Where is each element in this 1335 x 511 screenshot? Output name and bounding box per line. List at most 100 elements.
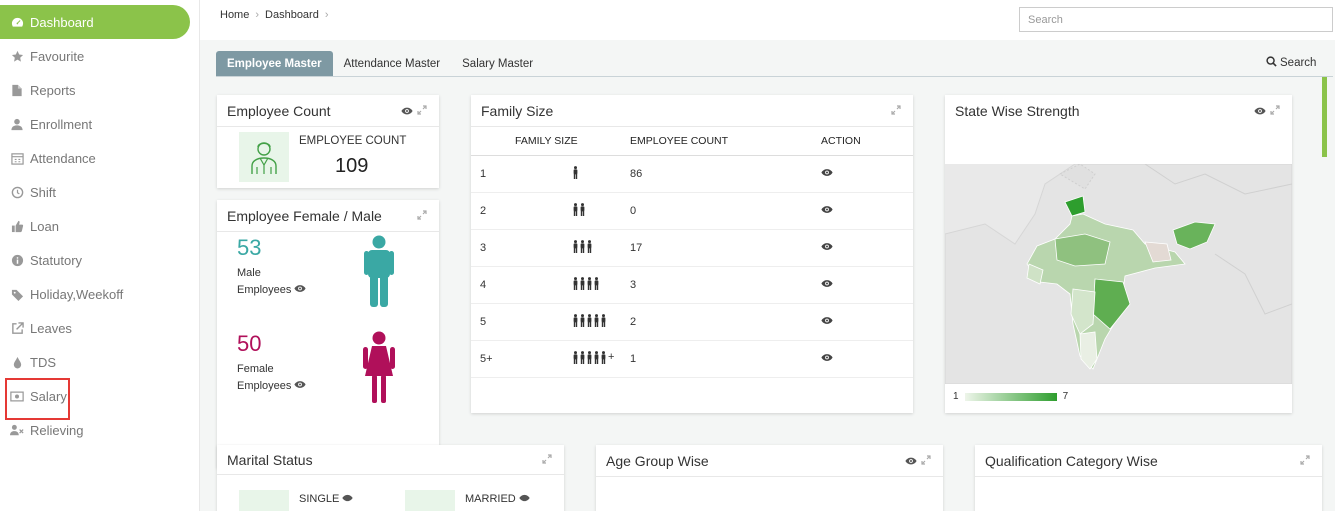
thumbs-up-icon: [10, 219, 24, 233]
main-content: Employee Master Attendance Master Salary…: [200, 40, 1335, 511]
expand-icon[interactable]: [1300, 454, 1312, 467]
sidebar-item-reports[interactable]: Reports: [0, 73, 190, 107]
employee-count-value: 109: [335, 155, 369, 177]
scrollbar-thumb[interactable]: [1322, 77, 1327, 157]
sidebar-item-tds[interactable]: TDS: [0, 345, 190, 379]
sidebar-item-dashboard[interactable]: Dashboard: [0, 5, 190, 39]
eye-icon[interactable]: [905, 455, 917, 467]
family-size-cell: 2: [471, 192, 515, 230]
qualification-card: Qualification Category Wise: [975, 445, 1322, 511]
column-header-employee-count: EMPLOYEE COUNT: [630, 127, 821, 156]
family-size-card: Family Size FAMILY SIZE EMPLOYEE COUNT A…: [471, 95, 913, 413]
breadcrumb-home[interactable]: Home: [220, 9, 249, 21]
action-cell: [821, 192, 913, 230]
action-cell: [821, 340, 913, 378]
single-label: SINGLE: [299, 493, 354, 505]
star-icon: [10, 49, 24, 63]
sidebar-item-favourite[interactable]: Favourite: [0, 39, 190, 73]
card-header: Employee Female / Male: [217, 200, 439, 232]
family-size-cell: 5+: [471, 340, 515, 378]
sidebar-item-label: Statutory: [30, 252, 83, 268]
eye-icon: [294, 381, 307, 388]
sidebar-item-label: Dashboard: [30, 14, 94, 30]
table-header-row: FAMILY SIZE EMPLOYEE COUNT ACTION: [471, 127, 913, 156]
people-icon: [573, 202, 585, 216]
family-icons-cell: [515, 229, 630, 267]
sidebar-item-loan[interactable]: Loan: [0, 209, 190, 243]
action-cell: [821, 155, 913, 193]
expand-icon[interactable]: [1270, 105, 1282, 117]
eye-icon[interactable]: [401, 105, 413, 117]
card-title: Age Group Wise: [606, 452, 709, 469]
search-button-label: Search: [1280, 57, 1317, 69]
eye-icon: [342, 494, 354, 502]
card-header: Employee Count: [217, 95, 439, 127]
sidebar-item-label: Relieving: [30, 422, 84, 438]
male-label-line2[interactable]: Employees: [237, 282, 307, 299]
eye-icon[interactable]: [821, 168, 833, 177]
tab-attendance-master[interactable]: Attendance Master: [333, 51, 452, 77]
family-size-cell: 3: [471, 229, 515, 267]
card-header: Qualification Category Wise: [975, 445, 1322, 477]
people-icon: [573, 313, 606, 327]
search-button[interactable]: Search: [1266, 56, 1316, 70]
card-title: Qualification Category Wise: [985, 452, 1158, 469]
eye-icon: [294, 285, 307, 292]
eye-icon[interactable]: [1254, 105, 1266, 117]
breadcrumb-separator-icon: ›: [255, 9, 260, 21]
marital-status-card: Marital Status SINGLE MARRIED: [217, 445, 564, 511]
employee-count-cell: 3: [630, 266, 821, 304]
family-icons-cell: [515, 155, 630, 193]
expand-icon[interactable]: [921, 454, 933, 467]
family-size-table: FAMILY SIZE EMPLOYEE COUNT ACTION 1 86 2 0 3…: [471, 127, 913, 378]
india-map[interactable]: [945, 164, 1292, 384]
married-label-text: MARRIED: [465, 493, 516, 505]
sidebar-item-enrollment[interactable]: Enrollment: [0, 107, 190, 141]
employee-count-cell: 17: [630, 229, 821, 267]
card-header: Marital Status: [217, 445, 564, 475]
breadcrumb: Home › Dashboard ›: [220, 9, 329, 21]
eye-icon[interactable]: [821, 205, 833, 214]
employee-count-cell: 0: [630, 192, 821, 230]
breadcrumb-separator-icon: ›: [324, 9, 329, 21]
eye-icon[interactable]: [821, 242, 833, 251]
eye-icon[interactable]: [821, 353, 833, 362]
sidebar-item-statutory[interactable]: Statutory: [0, 243, 190, 277]
female-label: Female Employees: [237, 361, 307, 395]
table-row: 1 86: [471, 155, 913, 193]
eye-icon[interactable]: [821, 316, 833, 325]
column-header-family-size: FAMILY SIZE: [515, 127, 630, 156]
breadcrumb-dashboard[interactable]: Dashboard: [265, 9, 319, 21]
clock-icon: [10, 185, 24, 199]
female-label-line2[interactable]: Employees: [237, 378, 307, 395]
sidebar-item-attendance[interactable]: Attendance: [0, 141, 190, 175]
family-size-cell: 1: [471, 155, 515, 193]
legend-max: 7: [1062, 391, 1069, 402]
married-icon-box: [405, 490, 455, 511]
sidebar-item-label: Favourite: [30, 48, 85, 64]
sidebar-item-shift[interactable]: Shift: [0, 175, 190, 209]
card-title: Employee Count: [227, 102, 331, 119]
employee-count-card: Employee Count EMPLOYEE COUNT 109: [217, 95, 439, 188]
map-legend: 1 7: [953, 391, 1068, 402]
card-header: Family Size: [471, 95, 913, 127]
employee-avatar-icon: [239, 132, 289, 182]
eye-icon[interactable]: [821, 279, 833, 288]
sidebar-item-label: Attendance: [30, 150, 96, 166]
legend-min: 1: [953, 391, 959, 402]
expand-icon[interactable]: [542, 453, 554, 466]
expand-icon[interactable]: [891, 104, 903, 117]
column-header-action: ACTION: [821, 127, 913, 156]
user-icon: [10, 117, 24, 131]
sidebar-item-leaves[interactable]: Leaves: [0, 311, 190, 345]
female-figure-icon: [363, 331, 395, 403]
employee-count-label: EMPLOYEE COUNT: [299, 135, 407, 147]
expand-icon[interactable]: [417, 104, 429, 117]
state-wise-card: State Wise Strength 1 7: [945, 95, 1292, 413]
sidebar-item-holiday-weekoff[interactable]: Holiday,Weekoff: [0, 277, 190, 311]
search-input[interactable]: [1019, 7, 1333, 32]
tab-salary-master[interactable]: Salary Master: [451, 51, 544, 77]
tab-employee-master[interactable]: Employee Master: [216, 51, 333, 77]
single-icon-box: [239, 490, 289, 511]
expand-icon[interactable]: [417, 209, 429, 222]
